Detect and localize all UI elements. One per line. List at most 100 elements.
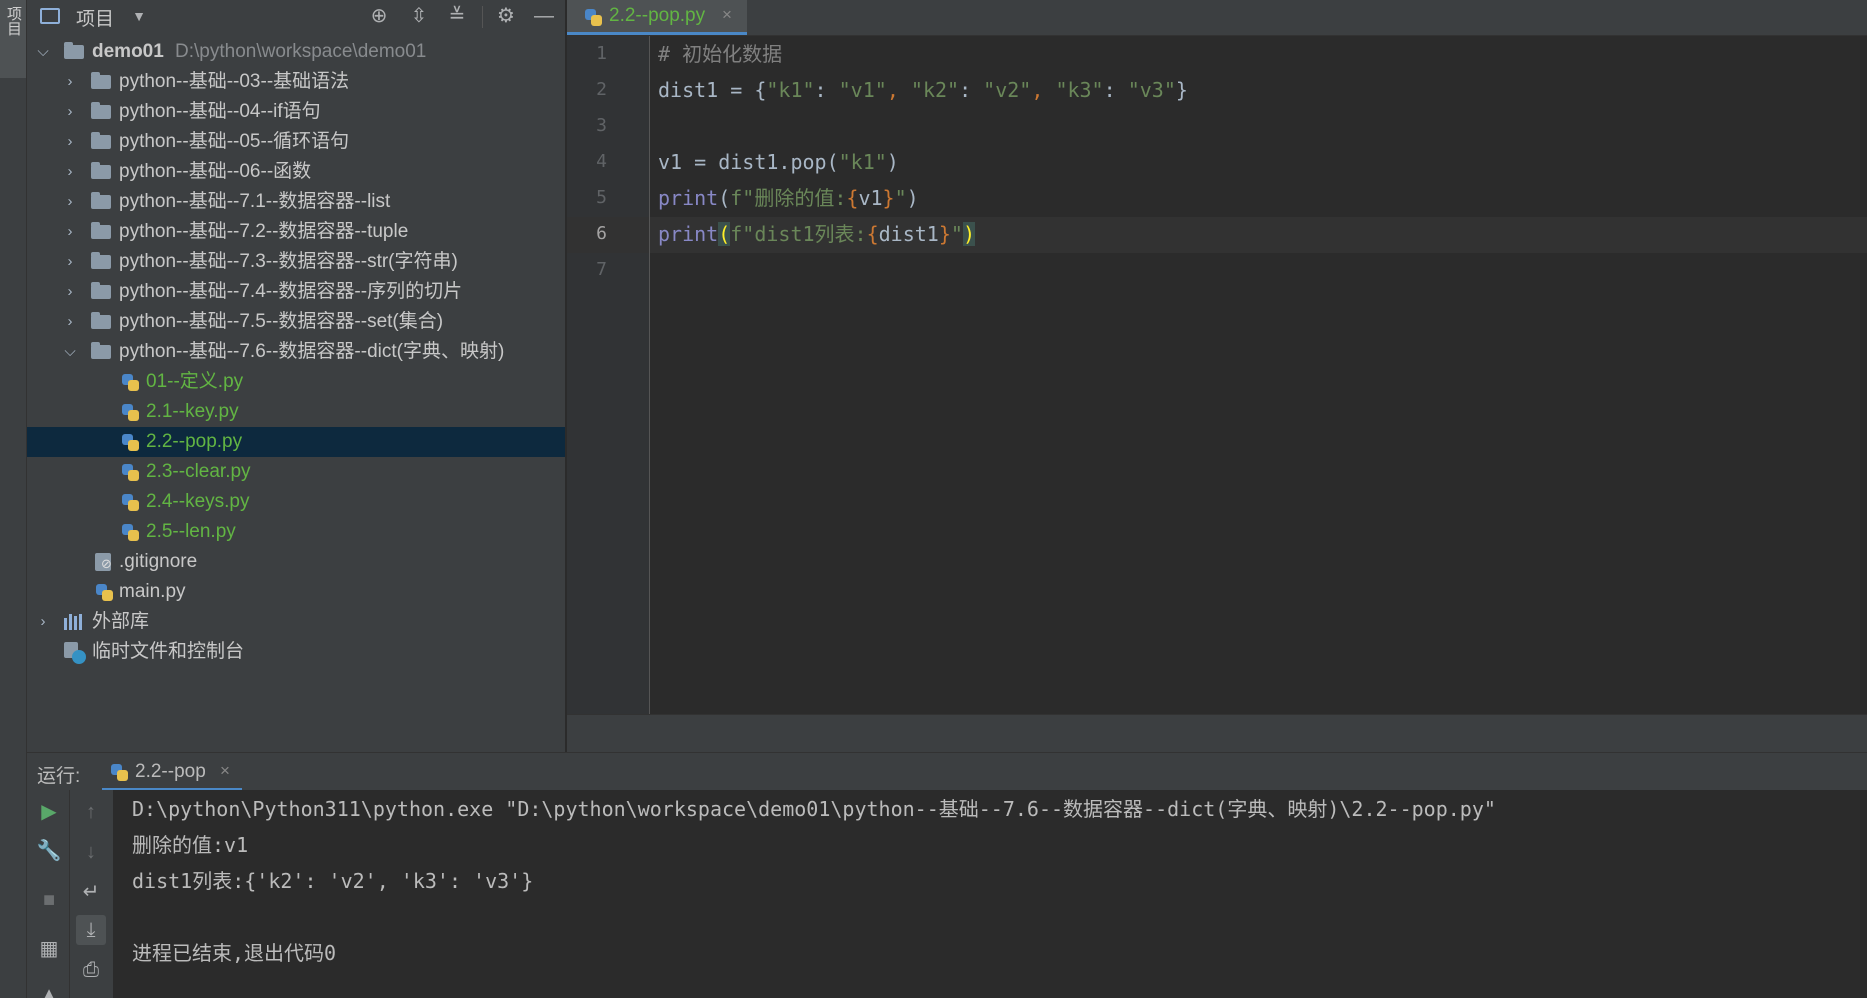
chevron-right-icon[interactable]: ›	[60, 157, 80, 187]
chevron-right-icon[interactable]: ›	[60, 307, 80, 337]
tree-row-file[interactable]: 2.5--len.py	[27, 517, 565, 547]
tree-row-folder[interactable]: › python--基础--7.2--数据容器--tuple	[27, 217, 565, 247]
tree-row-folder[interactable]: › python--基础--04--if语句	[27, 97, 565, 127]
project-view-title[interactable]: 项目	[76, 4, 114, 31]
tree-row-folder[interactable]: › python--基础--06--函数	[27, 157, 565, 187]
folder-name: python--基础--7.4--数据容器--序列的切片	[119, 281, 463, 302]
tree-row-folder[interactable]: › python--基础--05--循环语句	[27, 127, 565, 157]
pin-icon[interactable]: ▲	[34, 980, 64, 998]
folder-icon	[91, 282, 111, 299]
string-token: "v1"	[838, 78, 887, 102]
folder-name: python--基础--7.5--数据容器--set(集合)	[119, 311, 444, 332]
chevron-right-icon[interactable]: ›	[60, 277, 80, 307]
chevron-right-icon[interactable]: ›	[60, 187, 80, 217]
folder-name: python--基础--06--函数	[119, 161, 312, 182]
console-line: dist1列表:{'k2': 'v2', 'k3': 'v3'}	[132, 869, 534, 893]
tree-row-folder[interactable]: › python--基础--7.5--数据容器--set(集合)	[27, 307, 565, 337]
chevron-right-icon[interactable]: ›	[33, 607, 53, 637]
editor-tab-active[interactable]: 2.2--pop.py ×	[567, 0, 747, 35]
string-token: "v2"	[983, 78, 1032, 102]
minimize-icon[interactable]: —	[532, 4, 556, 28]
run-tab[interactable]: 2.2--pop ×	[102, 753, 242, 791]
chevron-right-icon[interactable]: ›	[60, 217, 80, 247]
python-file-icon	[121, 403, 139, 421]
tree-row-file[interactable]: 2.1--key.py	[27, 397, 565, 427]
code-token: dist1 = {	[658, 78, 767, 102]
tree-row-folder-expanded[interactable]: ⌵ python--基础--7.6--数据容器--dict(字典、映射)	[27, 337, 565, 367]
console-line: 删除的值:v1	[132, 833, 249, 857]
string-token: "k2"	[910, 78, 960, 102]
tree-row-file[interactable]: 2.3--clear.py	[27, 457, 565, 487]
run-label: 运行:	[37, 766, 81, 787]
library-icon	[64, 614, 86, 630]
close-icon[interactable]: ×	[220, 761, 230, 781]
folder-icon	[64, 42, 84, 59]
run-icon[interactable]: ▶	[34, 797, 64, 827]
tree-row-external-libs[interactable]: › 外部库	[27, 607, 565, 637]
header-divider	[482, 6, 483, 28]
scroll-to-end-icon[interactable]: ⤓	[76, 915, 106, 945]
folder-icon	[91, 342, 111, 359]
project-strip-label: 项目	[5, 6, 22, 36]
folder-name: python--基础--7.6--数据容器--dict(字典、映射)	[119, 341, 505, 362]
root-folder-path: D:\python\workspace\demo01	[175, 41, 427, 62]
tree-row-root[interactable]: ⌵ demo01 D:\python\workspace\demo01	[27, 37, 565, 67]
arrow-down-icon[interactable]: ↓	[76, 837, 106, 867]
stop-icon[interactable]: ■	[34, 885, 64, 915]
code-token: )	[886, 150, 899, 174]
python-icon	[110, 763, 128, 781]
chevron-right-icon[interactable]: ›	[60, 97, 80, 127]
wrench-icon[interactable]: 🔧	[34, 836, 64, 866]
chevron-right-icon[interactable]: ›	[60, 127, 80, 157]
run-tab-label: 2.2--pop	[135, 761, 206, 782]
tree-row-file-selected[interactable]: 2.2--pop.py	[27, 427, 565, 457]
python-file-icon	[121, 463, 139, 481]
string-token: "k1"	[766, 78, 815, 102]
expand-all-icon[interactable]: ⇳	[407, 4, 431, 28]
chevron-down-icon[interactable]: ⌵	[33, 37, 53, 67]
print-icon[interactable]: ⎙	[76, 955, 106, 985]
tree-row-file[interactable]: 2.4--keys.py	[27, 487, 565, 517]
matched-paren: )	[962, 222, 975, 246]
folder-icon	[91, 132, 111, 149]
locate-file-icon[interactable]: ⊕	[367, 4, 391, 28]
chevron-down-icon[interactable]: ⌵	[60, 337, 80, 367]
soft-wrap-icon[interactable]: ↵	[76, 877, 106, 907]
folder-name: python--基础--04--if语句	[119, 101, 321, 122]
collapse-all-icon[interactable]: ≚	[445, 4, 469, 28]
left-tool-strip	[0, 0, 27, 998]
project-tool-window-button[interactable]: 项目	[0, 0, 26, 78]
tree-row-file[interactable]: 01--定义.py	[27, 367, 565, 397]
code-editor[interactable]	[650, 36, 1867, 714]
file-name: 01--定义.py	[146, 371, 244, 392]
run-panel-header: 运行: 2.2--pop ×	[27, 752, 1867, 791]
arrow-up-icon[interactable]: ↑	[76, 797, 106, 827]
tree-row-main[interactable]: main.py	[27, 577, 565, 607]
layout-icon[interactable]: ▦	[34, 934, 64, 964]
string-token: "k1"	[838, 150, 887, 174]
code-token: :	[1103, 78, 1128, 102]
tree-row-gitignore[interactable]: .gitignore	[27, 547, 565, 577]
chevron-down-icon[interactable]: ▼	[127, 4, 151, 28]
close-icon[interactable]: ×	[722, 5, 732, 25]
tree-row-folder[interactable]: › python--基础--7.1--数据容器--list	[27, 187, 565, 217]
gear-icon[interactable]: ⚙	[494, 4, 518, 28]
chevron-right-icon[interactable]: ›	[60, 247, 80, 277]
brace-token: {	[866, 222, 879, 246]
code-line-5: print(f"删除的值:{v1}")	[658, 180, 919, 216]
brace-token: }	[882, 186, 895, 210]
python-file-icon	[584, 8, 602, 26]
chevron-right-icon[interactable]: ›	[60, 67, 80, 97]
external-libs-label: 外部库	[92, 611, 150, 632]
console-line: 进程已结束,退出代码0	[132, 941, 337, 965]
brace-token: {	[846, 186, 859, 210]
tree-row-folder[interactable]: › python--基础--03--基础语法	[27, 67, 565, 97]
file-name: .gitignore	[119, 551, 198, 572]
line-number-current: 6	[596, 223, 607, 244]
tree-row-folder[interactable]: › python--基础--7.3--数据容器--str(字符串)	[27, 247, 565, 277]
tree-row-folder[interactable]: › python--基础--7.4--数据容器--序列的切片	[27, 277, 565, 307]
code-token: :	[959, 78, 984, 102]
folder-icon	[91, 252, 111, 269]
folder-name: python--基础--05--循环语句	[119, 131, 350, 152]
tree-row-scratches[interactable]: 临时文件和控制台	[27, 637, 565, 667]
